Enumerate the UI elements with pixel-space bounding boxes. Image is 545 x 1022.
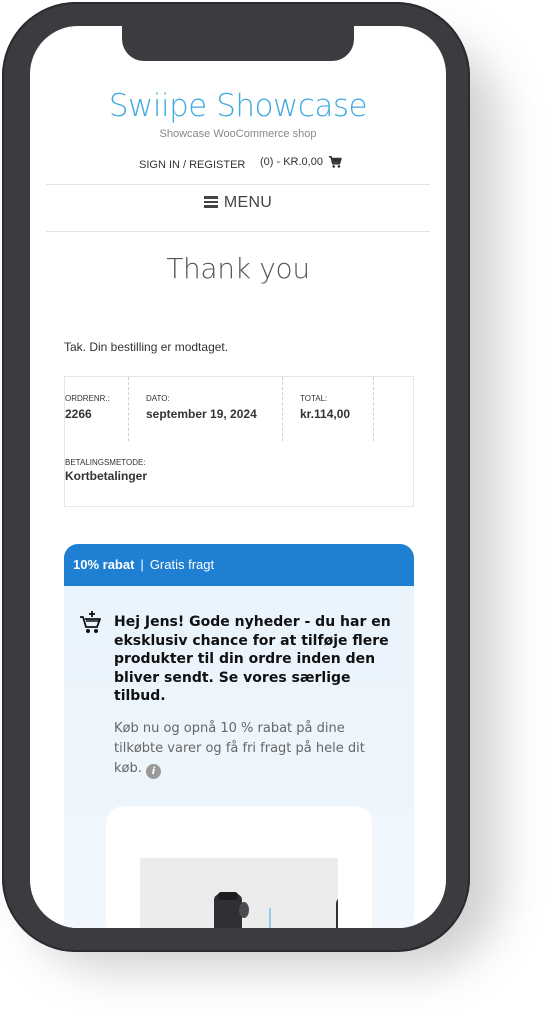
phone-notch — [122, 26, 354, 61]
hamburger-icon — [203, 196, 218, 208]
order-date: DATO: september 19, 2024 — [146, 394, 257, 421]
signin-register-link[interactable]: SIGN IN / REGISTER — [139, 159, 245, 171]
menu-label: MENU — [223, 194, 273, 211]
shopping-basket-icon — [80, 611, 101, 633]
site-title[interactable]: Swiipe Showcase — [30, 88, 446, 124]
phone-frame: Swiipe Showcase Showcase WooCommerce sho… — [2, 2, 470, 952]
order-total: TOTAL: kr.114,00 — [300, 394, 350, 421]
overview-separator — [373, 377, 374, 441]
overview-separator — [282, 377, 283, 441]
offer-header: 10% rabat | Gratis fragt — [64, 544, 414, 586]
payment-method: BETALINGSMETODE: Kortbetalinger — [65, 458, 147, 483]
payment-method-label: BETALINGSMETODE: — [65, 458, 146, 467]
product-card[interactable] — [106, 806, 372, 928]
order-number: ORDRENR.: 2266 — [65, 394, 110, 421]
payment-method-value: Kortbetalinger — [65, 469, 148, 483]
order-overview: ORDRENR.: 2266 DATO: september 19, 2024 … — [64, 376, 414, 507]
product-image[interactable] — [140, 858, 338, 928]
offer-heading: Hej Jens! Gode nyheder - du har en ekskl… — [114, 614, 391, 704]
order-received-message: Tak. Din bestilling er modtaget. — [64, 340, 229, 354]
site-tagline: Showcase WooCommerce shop — [159, 128, 317, 140]
order-number-value: 2266 — [65, 407, 92, 421]
phone-screen: Swiipe Showcase Showcase WooCommerce sho… — [30, 26, 446, 928]
header-links: SIGN IN / REGISTER (0) - KR.0,00 — [30, 155, 446, 176]
offer-shipping-badge: Gratis fragt — [149, 557, 215, 572]
cart-icon[interactable] — [328, 155, 342, 169]
info-icon[interactable]: i — [146, 764, 162, 779]
product-image-graphic — [214, 892, 338, 928]
order-total-label: TOTAL: — [300, 394, 328, 403]
offer-discount-badge: 10% rabat — [73, 557, 135, 572]
offer-description: Køb nu og opnå 10 % rabat på dine tilkøb… — [114, 719, 374, 779]
page-title: Thank you — [166, 252, 310, 285]
header-divider-bottom — [46, 231, 430, 232]
offer-header-separator: | — [140, 557, 144, 572]
order-date-label: DATO: — [146, 394, 170, 403]
cart-link[interactable]: (0) - KR.0,00 — [260, 156, 323, 168]
menu-button[interactable]: MENU — [30, 194, 446, 212]
order-number-label: ORDRENR.: — [65, 394, 110, 403]
overview-separator — [128, 377, 129, 441]
header-divider-top — [46, 184, 430, 185]
order-date-value: september 19, 2024 — [146, 407, 257, 421]
order-total-value: kr.114,00 — [300, 407, 351, 421]
upsell-offer: 10% rabat | Gratis fragt Hej Jens! Gode ny… — [64, 544, 414, 928]
